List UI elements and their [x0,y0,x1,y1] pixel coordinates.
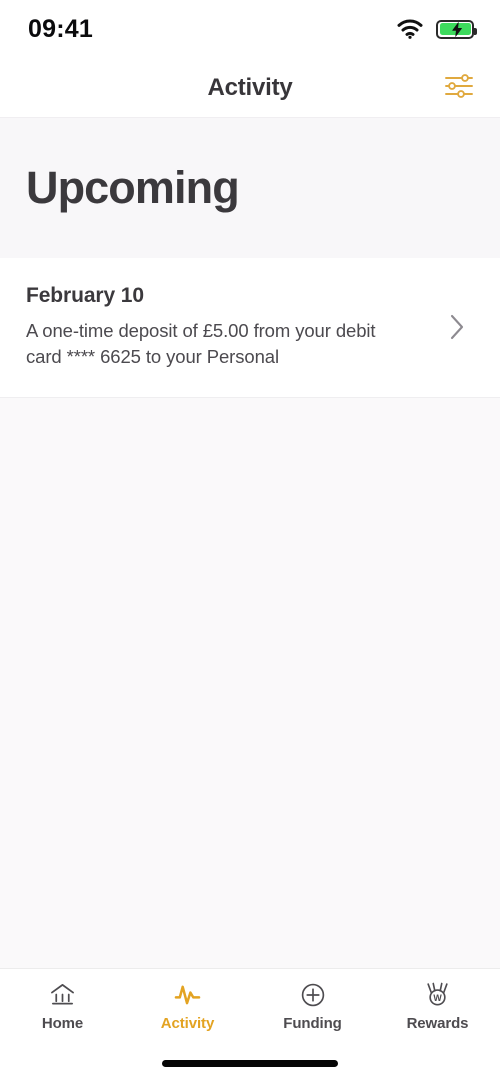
tab-activity[interactable]: Activity [125,981,250,1032]
plus-circle-icon [300,981,326,1008]
medal-w-icon: W [424,981,451,1008]
activity-item-description: A one-time deposit of £5.00 from your de… [26,320,376,368]
activity-empty-area [0,397,500,968]
bank-home-icon [49,981,76,1008]
section-header: Upcoming [0,118,500,258]
tab-activity-label: Activity [160,1015,215,1032]
tab-funding-label: Funding [283,1015,342,1032]
nav-header: Activity [0,58,500,118]
tab-funding[interactable]: Funding [250,981,375,1032]
page-title: Activity [207,73,293,101]
sliders-filter-icon [444,73,474,102]
tab-rewards-label: Rewards [406,1015,469,1032]
activity-item-content: February 10 A one-time deposit of £5.00 … [26,284,440,371]
battery-charging-icon [436,19,477,39]
status-indicators [397,19,477,39]
section-title: Upcoming [26,162,240,213]
tab-home-label: Home [41,1015,84,1032]
status-time: 09:41 [28,14,93,43]
bottom-tab-bar: Home Activity Funding W Rewards [0,968,500,1046]
phone-screen: 09:41 Activity Upcoming February 10 A on… [0,0,500,1080]
filter-button[interactable] [436,68,482,108]
activity-list-item[interactable]: February 10 A one-time deposit of £5.00 … [0,258,500,398]
home-indicator-area [0,1046,500,1080]
activity-item-date: February 10 [26,284,144,307]
tab-home[interactable]: Home [0,981,125,1032]
wifi-icon [397,19,423,39]
tab-rewards[interactable]: W Rewards [375,981,500,1032]
home-indicator[interactable] [162,1059,338,1067]
pulse-activity-icon [173,981,202,1008]
svg-text:W: W [433,993,442,1003]
chevron-right-icon[interactable] [440,313,474,341]
status-bar: 09:41 [0,0,500,58]
